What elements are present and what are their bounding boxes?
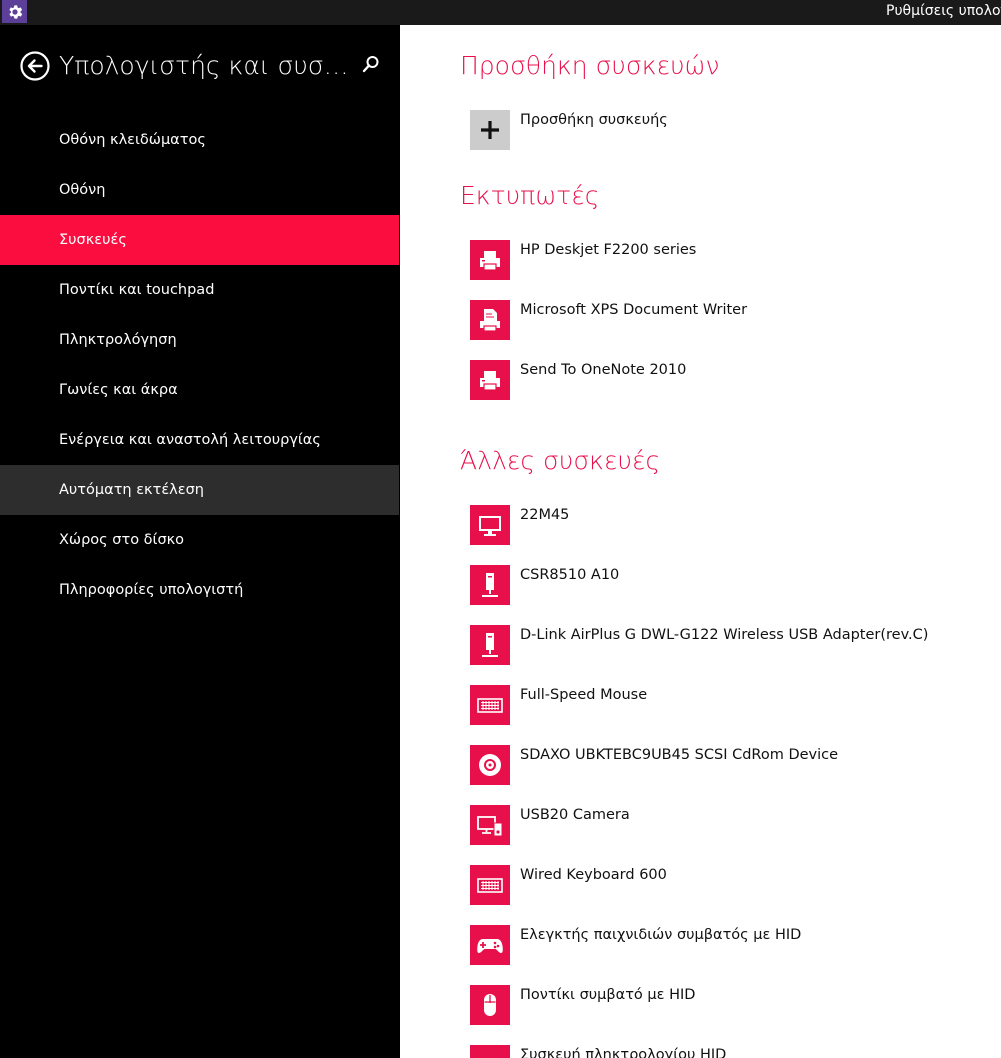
title-bar: Ρυθμίσεις υπολογ [0,0,1001,25]
sidebar-item-label: Πληκτρολόγηση [59,332,177,348]
add-device-button[interactable]: Προσθήκη συσκευής [470,110,990,150]
other-devices-heading: Άλλες συσκευές [460,446,661,475]
plus-icon [470,110,510,150]
sidebar-item-label: Οθόνη [59,182,106,198]
sidebar-item-corners-edges[interactable]: Γωνίες και άκρα [0,365,399,415]
device-item[interactable]: 22M45 [470,505,990,545]
device-label: CSR8510 A10 [520,567,620,583]
device-label: Ποντίκι συμβατό με HID [520,987,696,1003]
device-item[interactable]: Full-Speed Mouse [470,685,990,725]
sidebar-nav: Οθόνη κλειδώματος Οθόνη Συσκευές Ποντίκι… [0,115,400,615]
document-printer-icon [470,300,510,340]
printer-icon [470,240,510,280]
device-item[interactable]: USB20 Camera [470,805,990,845]
sidebar-item-lock-screen[interactable]: Οθόνη κλειδώματος [0,115,399,165]
printer-item[interactable]: Microsoft XPS Document Writer [470,300,990,340]
keyboard-icon [470,865,510,905]
sidebar-item-label: Πληροφορίες υπολογιστή [59,582,244,598]
sidebar-item-mouse-touchpad[interactable]: Ποντίκι και touchpad [0,265,399,315]
gear-icon[interactable] [2,0,27,23]
sidebar-item-label: Αυτόματη εκτέλεση [59,482,204,498]
device-label: Wired Keyboard 600 [520,867,667,883]
keyboard-icon [470,1045,510,1058]
sidebar-item-disk-space[interactable]: Χώρος στο δίσκο [0,515,399,565]
device-label: USB20 Camera [520,807,630,823]
device-item[interactable]: CSR8510 A10 [470,565,990,605]
sidebar-item-label: Γωνίες και άκρα [59,382,178,398]
device-item[interactable]: Ποντίκι συμβατό με HID [470,985,990,1025]
main-content: Προσθήκη συσκευών Προσθήκη συσκευής Εκτυ… [400,25,1001,1058]
sidebar-item-label: Χώρος στο δίσκο [59,532,185,548]
sidebar-item-typing[interactable]: Πληκτρολόγηση [0,315,399,365]
printer-icon [470,360,510,400]
sidebar-item-display[interactable]: Οθόνη [0,165,399,215]
sidebar-item-power-sleep[interactable]: Ενέργεια και αναστολή λειτουργίας [0,415,399,465]
add-devices-heading: Προσθήκη συσκευών [460,51,720,80]
sidebar-item-label: Ενέργεια και αναστολή λειτουργίας [59,432,321,448]
keyboard-icon [470,685,510,725]
device-item[interactable]: D-Link AirPlus G DWL-G122 Wireless USB A… [470,625,990,665]
mouse-icon [470,985,510,1025]
device-label: Συσκευή πληκτρολογίου HID [520,1047,727,1058]
sidebar-item-label: Ποντίκι και touchpad [59,282,215,298]
sidebar-header: Υπολογιστής και συσκευές [0,25,400,110]
printer-item[interactable]: HP Deskjet F2200 series [470,240,990,280]
device-label: 22M45 [520,507,570,523]
device-item[interactable]: Wired Keyboard 600 [470,865,990,905]
device-item[interactable]: Ελεγκτής παιχνιδιών συμβατός με HID [470,925,990,965]
device-label: Ελεγκτής παιχνιδιών συμβατός με HID [520,927,802,943]
back-arrow-icon[interactable] [20,51,50,81]
gamepad-icon [470,925,510,965]
printers-heading: Εκτυπωτές [460,181,600,210]
monitor-icon [470,505,510,545]
sidebar: Υπολογιστής και συσκευές Οθόνη κλειδώματ… [0,25,400,1058]
device-item[interactable]: SDAXO UBKTEBC9UB45 SCSI CdRom Device [470,745,990,785]
device-label: Microsoft XPS Document Writer [520,302,748,318]
sidebar-item-label: Οθόνη κλειδώματος [59,132,206,148]
device-label: D-Link AirPlus G DWL-G122 Wireless USB A… [520,627,929,643]
device-label: Send To OneNote 2010 [520,362,687,378]
multimedia-device-icon [470,805,510,845]
search-icon[interactable] [362,55,380,75]
page-title: Υπολογιστής και συσκευές [59,51,351,80]
device-label: HP Deskjet F2200 series [520,242,697,258]
sidebar-item-label: Συσκευές [59,232,127,248]
disc-icon [470,745,510,785]
sidebar-item-autoplay[interactable]: Αυτόματη εκτέλεση [0,465,399,515]
device-label: Full-Speed Mouse [520,687,648,703]
device-item[interactable]: Συσκευή πληκτρολογίου HID [470,1045,990,1058]
window-title: Ρυθμίσεις υπολογ [886,3,1001,19]
printer-item[interactable]: Send To OneNote 2010 [470,360,990,400]
usb-device-icon [470,565,510,605]
add-device-label: Προσθήκη συσκευής [520,112,668,128]
usb-device-icon [470,625,510,665]
sidebar-item-pc-info[interactable]: Πληροφορίες υπολογιστή [0,565,399,615]
device-label: SDAXO UBKTEBC9UB45 SCSI CdRom Device [520,747,839,763]
sidebar-item-devices[interactable]: Συσκευές [0,215,399,265]
